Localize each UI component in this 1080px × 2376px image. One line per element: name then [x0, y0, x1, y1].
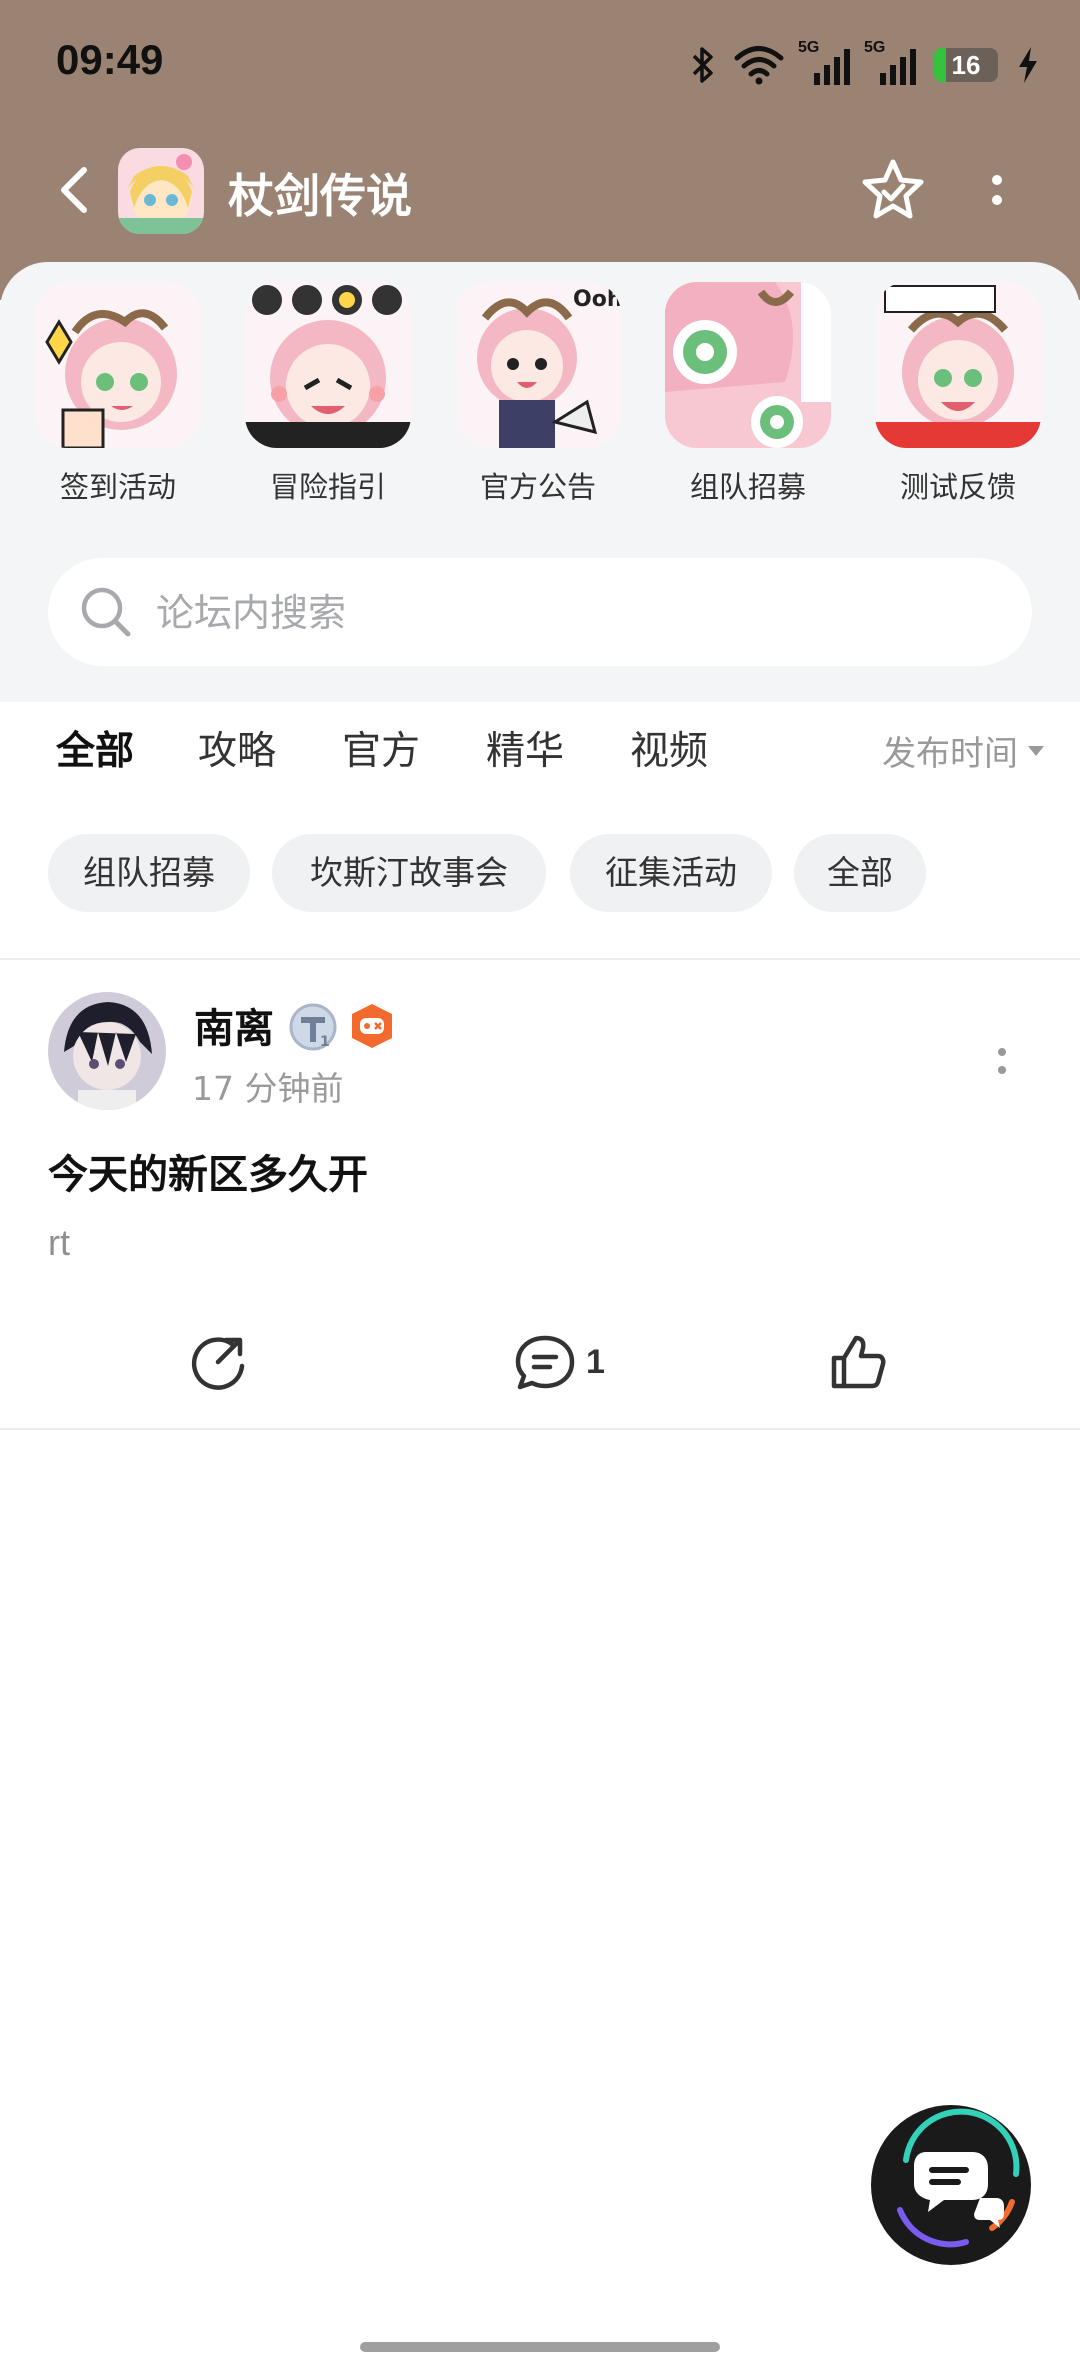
chip-story-club[interactable]: 坎斯汀故事会 — [272, 834, 546, 912]
battery-level: 16 — [951, 50, 981, 80]
search-input[interactable] — [154, 580, 978, 646]
tab-featured[interactable]: 精华 — [486, 720, 564, 776]
quick-entry-label: 组队招募 — [689, 470, 806, 504]
comment-count: 1 — [586, 1342, 605, 1381]
status-bar: 09:49 5G 5G 16 — [0, 0, 1080, 130]
more-vertical-icon — [992, 175, 1002, 205]
gamer-badge-icon — [352, 1004, 392, 1048]
search-icon — [81, 587, 131, 637]
sort-label: 发布时间 — [882, 734, 1018, 774]
tab-official[interactable]: 官方 — [342, 720, 420, 776]
app-root: 09:49 5G 5G 16 杖剑传说 签到活动 冒险指引 Ooh 官方公告 组… — [0, 0, 1080, 2376]
charging-bolt-icon — [1019, 47, 1037, 83]
quick-entry-announcement[interactable]: Ooh 官方公告 — [450, 282, 626, 522]
quick-entries: 签到活动 冒险指引 Ooh 官方公告 组队招募 测试反馈 — [30, 282, 1080, 542]
post-body[interactable]: rt — [48, 1222, 70, 1264]
forum-logo — [118, 148, 204, 234]
forum-header: 09:49 5G 5G 16 杖剑传说 — [0, 0, 1080, 300]
comment-button[interactable]: 1 — [514, 1332, 605, 1392]
team-recruit-thumbnail — [665, 282, 831, 448]
forum-title: 杖剑传说 — [228, 169, 412, 223]
caret-down-icon — [1028, 745, 1044, 756]
follow-forum-button[interactable] — [858, 156, 928, 226]
chat-fab-button[interactable] — [866, 2100, 1036, 2270]
section-divider — [0, 958, 1080, 960]
chevron-left-icon — [61, 167, 87, 213]
quick-entry-label: 测试反馈 — [899, 470, 1016, 504]
quick-entry-adventure-guide[interactable]: 冒险指引 — [240, 282, 416, 522]
post-card[interactable]: 南离 1 17 分钟前 今天的新区多久开 rt 1 — [0, 962, 1080, 1430]
home-indicator[interactable] — [360, 2342, 720, 2352]
quick-entry-feedback[interactable]: 测试反馈 — [870, 282, 1046, 522]
wifi-icon — [734, 46, 784, 85]
quick-entry-team-recruit[interactable]: 组队招募 — [660, 282, 836, 522]
active-tab-indicator — [62, 780, 128, 792]
category-tabs: 全部 攻略 官方 精华 视频 发布时间 — [0, 720, 1080, 810]
more-vertical-icon — [998, 1048, 1006, 1074]
share-icon — [191, 1337, 245, 1390]
level-badge-icon: 1 — [289, 1003, 337, 1051]
chip-team-recruit[interactable]: 组队招募 — [48, 834, 250, 912]
svg-text:Ooh: Ooh — [573, 287, 621, 312]
adventure-guide-thumbnail — [245, 282, 411, 448]
author-avatar[interactable] — [48, 992, 166, 1110]
star-check-icon — [862, 159, 924, 219]
comment-icon — [515, 1335, 575, 1390]
chip-campaign[interactable]: 征集活动 — [570, 834, 772, 912]
post-actions: 1 — [0, 1312, 1080, 1412]
like-button[interactable] — [828, 1332, 888, 1392]
network-label-1: 5G — [798, 39, 820, 56]
thumbs-up-icon — [831, 1335, 886, 1389]
nav-bar: 杖剑传说 — [0, 140, 1080, 240]
status-icons: 5G 5G 16 — [690, 39, 1040, 90]
forum-top-card: 签到活动 冒险指引 Ooh 官方公告 组队招募 测试反馈 论坛内搜索 — [0, 262, 1080, 702]
status-time: 09:49 — [56, 36, 164, 83]
quick-entry-label: 官方公告 — [479, 470, 596, 504]
share-button[interactable] — [188, 1332, 248, 1392]
quick-entry-label: 签到活动 — [59, 470, 176, 504]
post-more-button[interactable] — [982, 1032, 1022, 1092]
announcement-thumbnail: Ooh — [455, 282, 621, 448]
tab-videos[interactable]: 视频 — [630, 720, 708, 776]
chat-bubble-icon — [871, 2105, 1031, 2265]
tab-all[interactable]: 全部 — [56, 720, 134, 792]
sign-in-thumbnail — [35, 282, 201, 448]
svg-text:1: 1 — [320, 1034, 330, 1050]
forum-search-bar[interactable] — [48, 558, 1032, 666]
bluetooth-icon — [692, 47, 713, 83]
author-name[interactable]: 南离 — [194, 996, 274, 1054]
post-time: 17 分钟前 — [192, 1069, 344, 1108]
header-more-button[interactable] — [972, 156, 1022, 226]
back-button[interactable] — [48, 162, 104, 218]
network-label-2: 5G — [864, 39, 886, 56]
post-divider — [0, 1428, 1080, 1430]
cell-signal-2-icon: 5G — [864, 39, 916, 85]
quick-entry-sign-in[interactable]: 签到活动 — [30, 282, 206, 522]
battery-icon: 16 — [934, 48, 998, 82]
cell-signal-1-icon: 5G — [798, 39, 850, 85]
quick-entry-label: 冒险指引 — [269, 470, 386, 504]
sort-dropdown[interactable]: 发布时间 — [882, 726, 1044, 775]
post-title[interactable]: 今天的新区多久开 — [48, 1142, 368, 1200]
chip-all[interactable]: 全部 — [794, 834, 926, 912]
tab-guides[interactable]: 攻略 — [198, 720, 276, 776]
feedback-thumbnail — [875, 282, 1041, 448]
